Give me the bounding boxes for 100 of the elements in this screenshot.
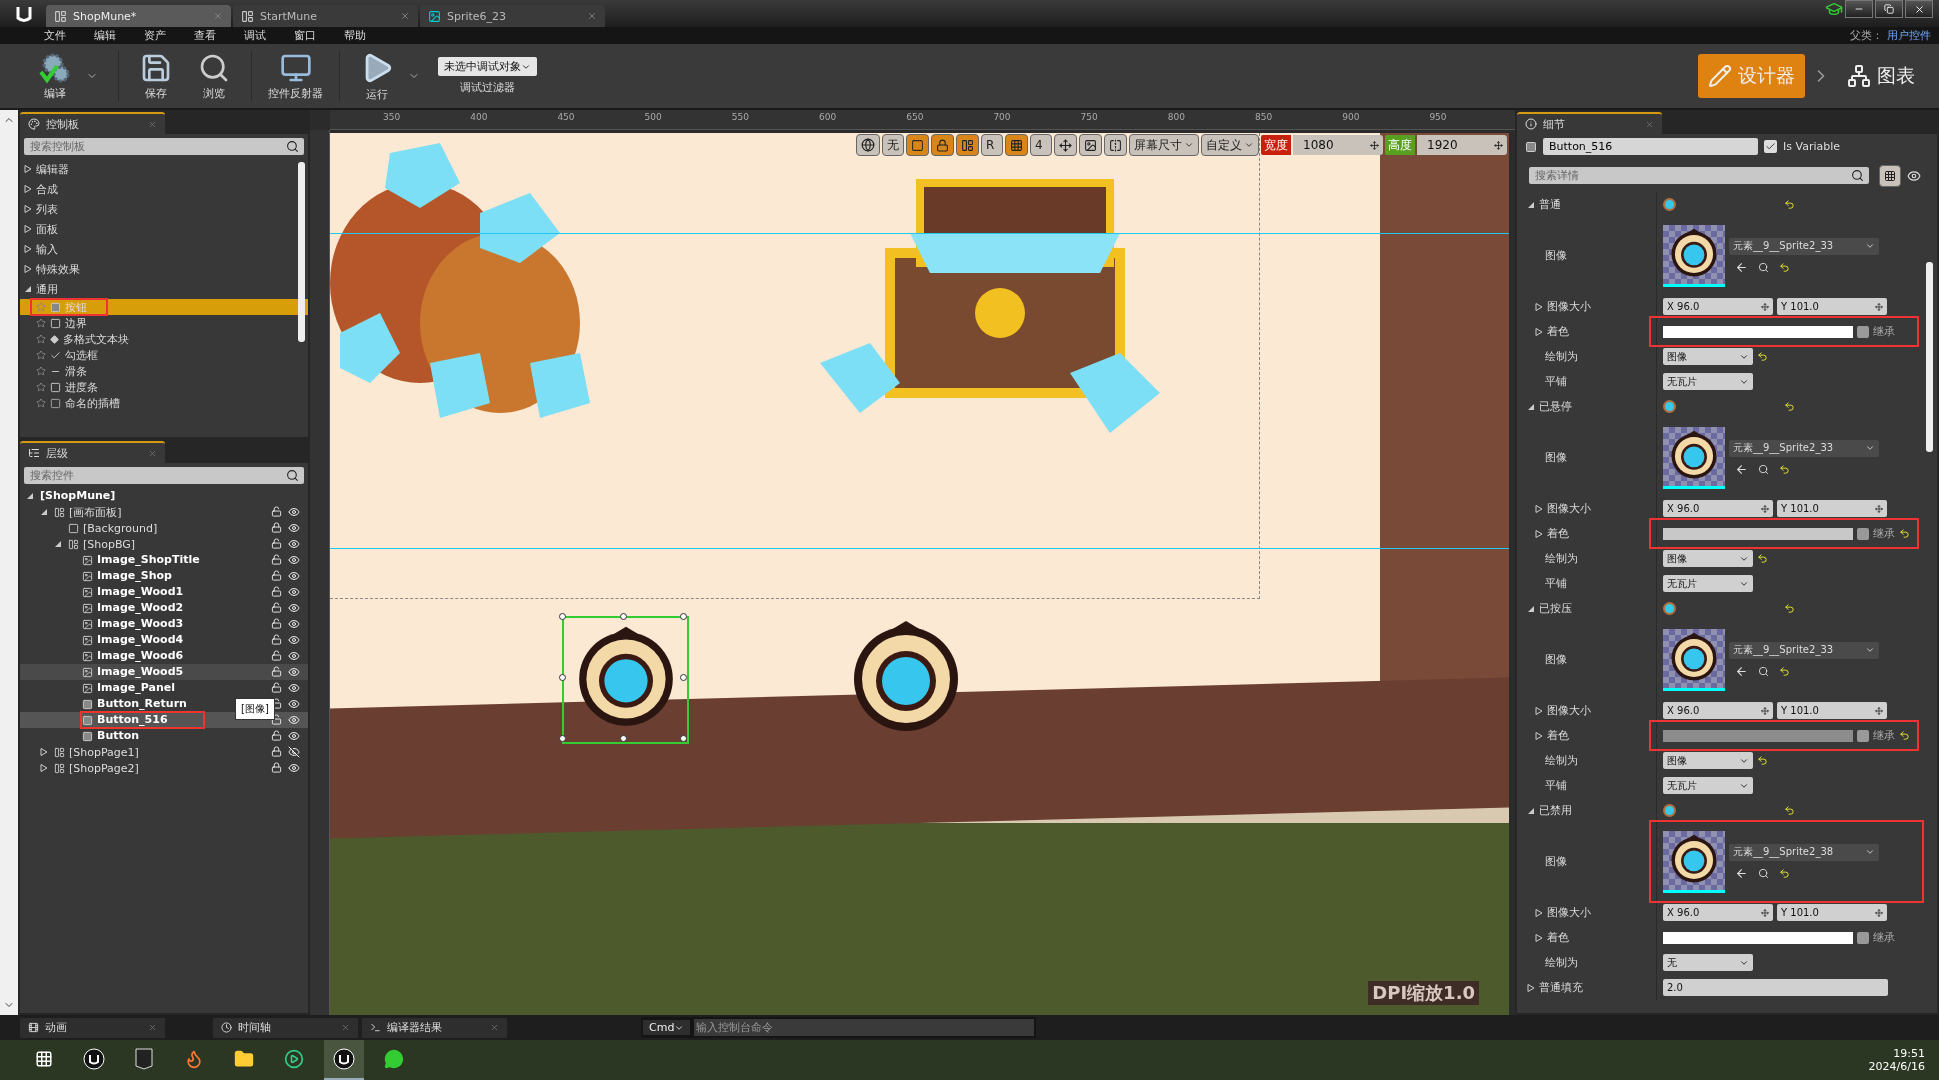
tree-item-label[interactable]: Image_Wood5	[97, 666, 184, 678]
tint-color-bar[interactable]	[1663, 527, 1853, 540]
preset-dropdown[interactable]: 自定义	[1201, 134, 1259, 156]
tint-color-bar[interactable]	[1663, 729, 1853, 742]
unlock-icon[interactable]	[271, 506, 282, 517]
sprite-dropdown[interactable]: 元素__9__Sprite2_33	[1729, 439, 1879, 457]
widget-row[interactable]: 边界	[20, 315, 308, 331]
eye-icon[interactable]	[288, 682, 300, 694]
collapse-arrow-icon[interactable]	[40, 508, 48, 516]
restore-button[interactable]	[1875, 0, 1903, 18]
panel-tab[interactable]: 控制板	[20, 112, 165, 134]
close-icon[interactable]	[587, 11, 597, 21]
resize-handle[interactable]	[620, 735, 627, 742]
widget-row[interactable]: 勾选框	[20, 347, 308, 363]
tree-item-label[interactable]: [ShopMune]	[40, 490, 116, 502]
resize-handle[interactable]	[680, 735, 687, 742]
eye-icon[interactable]	[288, 762, 300, 774]
parent-class-link[interactable]: 用户控件	[1887, 28, 1931, 43]
collapse-arrow-icon[interactable]	[1527, 806, 1535, 815]
lock-icon[interactable]	[271, 746, 282, 757]
tree-item-label[interactable]: [Background]	[83, 521, 158, 535]
reset-icon[interactable]	[1899, 528, 1910, 539]
star-icon[interactable]	[36, 366, 46, 376]
close-button[interactable]	[1905, 0, 1933, 18]
console-input[interactable]: 输入控制台命令	[694, 1019, 1035, 1036]
reset-icon[interactable]	[1757, 755, 1768, 766]
eye-icon[interactable]	[288, 698, 300, 710]
reset-icon[interactable]	[1757, 351, 1768, 362]
collapse-arrow-icon[interactable]	[1527, 604, 1535, 613]
reset-icon[interactable]	[1757, 553, 1768, 564]
resize-handle[interactable]	[620, 613, 627, 620]
expand-arrow-icon[interactable]	[1535, 706, 1543, 715]
expand-arrow-icon[interactable]	[1535, 731, 1543, 740]
unlock-icon[interactable]	[271, 714, 282, 725]
reset-icon[interactable]	[1784, 805, 1795, 816]
star-icon[interactable]	[36, 334, 46, 344]
tree-item-label[interactable]: Image_Panel	[97, 682, 176, 694]
select-dropdown[interactable]: 图像	[1663, 348, 1753, 365]
eye-icon[interactable]	[288, 618, 300, 630]
eye-icon[interactable]	[288, 666, 300, 678]
size-y-field[interactable]: Y 101.0	[1777, 904, 1887, 921]
tree-item-label[interactable]: [ShopPage1]	[69, 745, 139, 759]
lock-icon[interactable]	[271, 522, 282, 533]
widget-row[interactable]: 命名的插槽	[20, 395, 308, 411]
tree-item-label[interactable]: Button	[97, 730, 140, 742]
eye-icon[interactable]	[288, 602, 300, 614]
checkbox[interactable]	[1764, 140, 1777, 153]
tree-item-label[interactable]: [画布面板]	[69, 504, 122, 520]
expand-arrow-icon[interactable]	[24, 265, 32, 273]
unlock-icon[interactable]	[271, 586, 282, 597]
locale-button[interactable]	[856, 134, 880, 156]
size-x-field[interactable]: X 96.0	[1663, 702, 1773, 719]
search-icon[interactable]	[1758, 463, 1769, 475]
toolbar-button[interactable]: 控件反射器	[262, 49, 329, 103]
panel-tab[interactable]: 编译器结果	[362, 1017, 507, 1038]
eye-icon[interactable]	[288, 506, 300, 518]
lock-icon[interactable]	[271, 762, 282, 773]
eye-icon[interactable]	[288, 714, 300, 726]
sprite-dropdown[interactable]: 元素__9__Sprite2_33	[1729, 237, 1879, 255]
eye-icon[interactable]	[1907, 168, 1921, 183]
size-y-field[interactable]: Y 101.0	[1777, 702, 1887, 719]
screen-size-dropdown[interactable]: 屏幕尺寸	[1129, 134, 1199, 156]
search-field[interactable]: 搜索控件	[24, 467, 304, 484]
toolbar-button[interactable]: 保存	[129, 49, 183, 103]
reset-icon[interactable]	[1779, 665, 1790, 677]
menu-item[interactable]: 帮助	[330, 28, 380, 43]
resize-handle[interactable]	[680, 674, 687, 681]
size-y-field[interactable]: Y 101.0	[1777, 500, 1887, 517]
tree-item-label[interactable]: [ShopBG]	[83, 537, 136, 551]
reset-icon[interactable]	[1779, 261, 1790, 273]
tint-color-bar[interactable]	[1663, 931, 1853, 944]
collapse-arrow-icon[interactable]	[1527, 402, 1535, 411]
eye-icon[interactable]	[288, 586, 300, 598]
category-row[interactable]: 输入	[20, 239, 308, 259]
resize-handle[interactable]	[559, 674, 566, 681]
expand-arrow-icon[interactable]	[24, 165, 32, 173]
unlock-icon[interactable]	[271, 730, 282, 741]
toggle-button[interactable]	[906, 134, 929, 156]
toggle-button[interactable]	[956, 134, 979, 156]
expand-arrow-icon[interactable]	[1535, 933, 1543, 942]
star-icon[interactable]	[36, 382, 46, 392]
expand-arrow-icon[interactable]	[40, 764, 48, 772]
padding-field[interactable]: 2.0	[1663, 979, 1888, 996]
select-dropdown[interactable]: 无瓦片	[1663, 777, 1753, 794]
menu-item[interactable]: 文件	[30, 28, 80, 43]
collapse-arrow-icon[interactable]	[24, 285, 32, 293]
unlock-icon[interactable]	[271, 602, 282, 613]
tree-item-label[interactable]: Image_Wood2	[97, 602, 184, 614]
star-icon[interactable]	[36, 302, 46, 312]
search-field[interactable]: 搜索控制板	[24, 138, 304, 155]
unlock-icon[interactable]	[271, 682, 282, 693]
tree-item-label[interactable]: Image_Wood6	[97, 650, 184, 662]
menu-item[interactable]: 编辑	[80, 28, 130, 43]
reset-icon[interactable]	[1779, 463, 1790, 475]
reset-icon[interactable]	[1784, 401, 1795, 412]
unlock-icon[interactable]	[271, 618, 282, 629]
expand-arrow-icon[interactable]	[40, 748, 48, 756]
star-icon[interactable]	[36, 398, 46, 408]
widget-row[interactable]: 进度条	[20, 379, 308, 395]
expand-arrow-icon[interactable]	[1535, 529, 1543, 538]
